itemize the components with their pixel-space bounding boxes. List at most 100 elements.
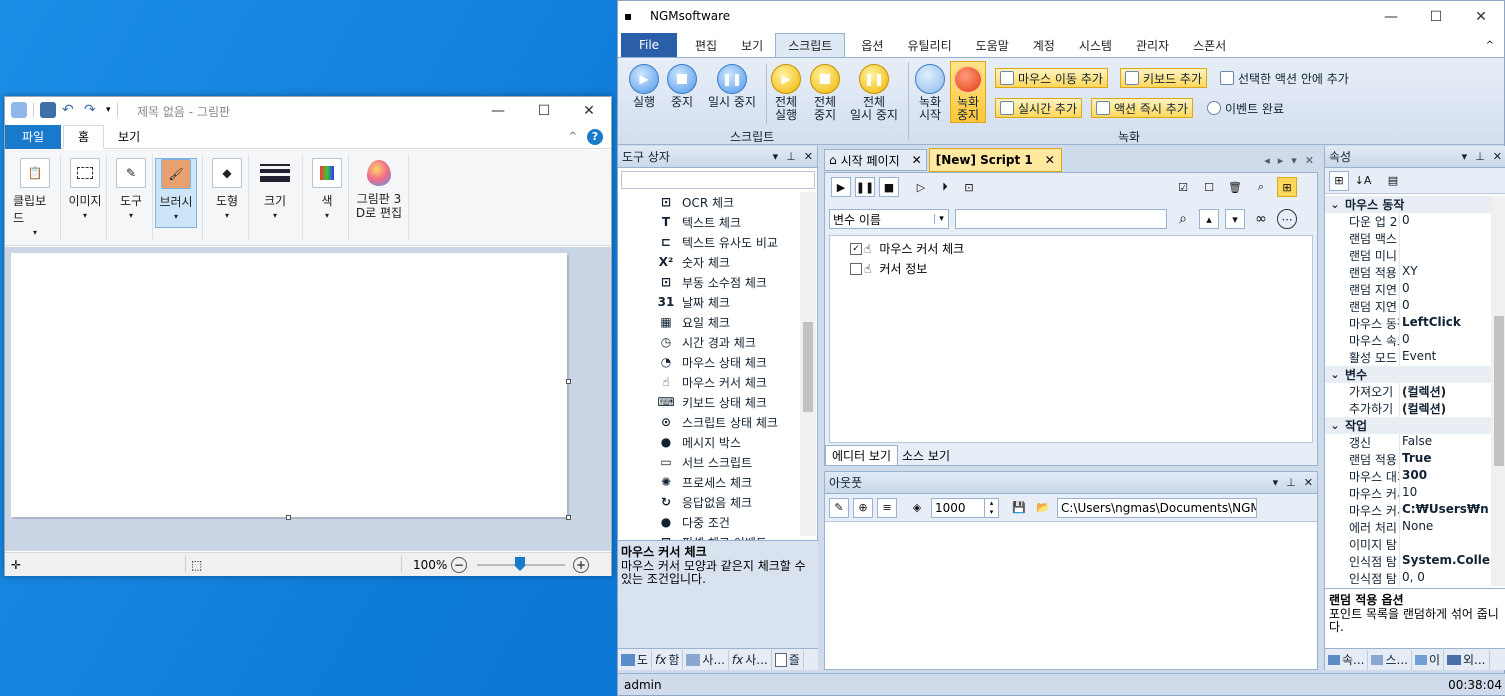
loop-icon[interactable]: ∞: [1251, 209, 1271, 229]
toolbox-item[interactable]: ⌨ 키보드 상태 체크: [657, 392, 778, 412]
scroll-left-icon[interactable]: ◂: [1264, 154, 1270, 167]
toolbox-item[interactable]: ◷ 시간 경과 체크: [658, 332, 778, 352]
property-category[interactable]: ⌄ 변수: [1325, 366, 1491, 383]
property-value[interactable]: C:₩Users₩n: [1399, 502, 1489, 519]
spin-icon[interactable]: ▴ ▾: [984, 498, 998, 517]
stop-button[interactable]: 중지: [664, 64, 700, 109]
tree-row[interactable]: ☝ 커서 정보: [850, 260, 927, 277]
property-value[interactable]: System.Colle: [1399, 553, 1490, 570]
color-button[interactable]: 색 ▾: [305, 158, 349, 220]
property-row[interactable]: 랜덤 지연 0: [1325, 281, 1491, 298]
property-row[interactable]: 마우스 커서C:₩Users₩n: [1325, 502, 1491, 519]
drawing-canvas[interactable]: [11, 253, 567, 517]
sort-alpha-icon[interactable]: ↓A: [1353, 171, 1373, 191]
play-icon[interactable]: ▶: [831, 177, 851, 197]
system-menu-icon[interactable]: ▪: [624, 9, 632, 23]
maximize-button[interactable]: ☐: [1413, 3, 1459, 31]
property-row[interactable]: 인식점 탐 0, 0: [1325, 570, 1491, 586]
expand-icon[interactable]: ⌄: [1325, 198, 1345, 211]
zoom-out-icon[interactable]: −: [451, 556, 467, 573]
property-value[interactable]: 10: [1399, 485, 1417, 502]
shapes-button[interactable]: ◆ 도형 ▾: [205, 158, 249, 220]
redo-icon[interactable]: ↷: [84, 102, 100, 118]
edit-paint3d-button[interactable]: 그림판 3 D로 편집: [351, 158, 407, 220]
toolbox-item[interactable]: ☝ 마우스 커서 체크: [658, 372, 778, 392]
move-down-icon[interactable]: ▾: [1225, 209, 1245, 229]
search-icon[interactable]: ⌕: [1251, 177, 1271, 197]
tab-properties[interactable]: 속...: [1325, 649, 1369, 670]
property-value[interactable]: XY: [1399, 264, 1418, 281]
event-complete-button[interactable]: 이벤트 완료: [1203, 98, 1288, 118]
close-icon[interactable]: ✕: [912, 153, 922, 167]
resize-handle-right[interactable]: [566, 379, 571, 384]
move-up-icon[interactable]: ▴: [1199, 209, 1219, 229]
property-row[interactable]: 랜덤 적용 XY: [1325, 264, 1491, 281]
save-icon[interactable]: [40, 102, 56, 118]
property-value[interactable]: 0: [1399, 332, 1410, 349]
dropdown-icon[interactable]: ▾: [1273, 476, 1279, 489]
zoom-slider-thumb[interactable]: [515, 557, 525, 571]
uncheck-icon[interactable]: ☐: [1199, 177, 1219, 197]
add-keyboard-button[interactable]: 키보드 추가: [1120, 68, 1208, 88]
tab-help[interactable]: 도움말: [964, 33, 1021, 57]
property-row[interactable]: 에러 처리 None: [1325, 519, 1491, 536]
tab-utility[interactable]: 유틸리티: [895, 33, 963, 57]
resize-handle-corner[interactable]: [566, 515, 571, 520]
tab-start-page[interactable]: ⌂ 시작 페이지 ✕: [824, 149, 927, 171]
toolbox-item[interactable]: ⊡ 부동 소수점 체크: [658, 272, 778, 292]
save-icon[interactable]: 💾: [1009, 498, 1029, 518]
dropdown-icon[interactable]: ▾: [1291, 154, 1297, 167]
property-row[interactable]: 가져오기 (컬렉션): [1325, 383, 1491, 400]
toolbox-item[interactable]: ● 메시지 박스: [658, 432, 778, 452]
property-row[interactable]: 랜덤 지연 0: [1325, 298, 1491, 315]
checkbox-checked[interactable]: ✓: [850, 242, 862, 255]
toolbox-item[interactable]: ▦ 요일 체크: [658, 312, 778, 332]
record-start-button[interactable]: 녹화 시작: [912, 64, 948, 122]
property-value[interactable]: None: [1399, 519, 1433, 536]
tab-user-tools[interactable]: 사...: [683, 649, 729, 670]
new-file-icon[interactable]: ⊕: [853, 497, 873, 518]
tab-toolbox[interactable]: 도: [618, 649, 653, 670]
property-value[interactable]: (컬렉션): [1399, 400, 1446, 417]
property-row[interactable]: 갱신 False: [1325, 434, 1491, 451]
toolbox-item[interactable]: ● 다중 조건: [658, 512, 778, 532]
toolbox-item[interactable]: T 텍스트 체크: [658, 212, 778, 232]
property-value[interactable]: False: [1399, 434, 1432, 451]
log-path-input[interactable]: C:\Users\ngmas\Documents\NGM6\: [1057, 497, 1257, 518]
tab-admin[interactable]: 관리자: [1124, 33, 1181, 57]
search-icon[interactable]: ⌕: [1173, 209, 1193, 229]
tree-view-icon[interactable]: ⊞: [1277, 177, 1297, 197]
toolbox-item[interactable]: ◔ 마우스 상태 체크: [658, 352, 778, 372]
add-into-selected-button[interactable]: 선택한 액션 안에 추가: [1216, 68, 1353, 88]
variable-value-input[interactable]: [955, 209, 1167, 229]
clipboard-button[interactable]: 📋 클립보드 ▾: [13, 158, 57, 237]
help-icon[interactable]: ?: [587, 128, 603, 145]
property-pages-icon[interactable]: ▤: [1383, 171, 1403, 191]
folder-icon[interactable]: 📂: [1033, 498, 1053, 518]
close-button[interactable]: ✕: [1458, 3, 1504, 31]
property-value[interactable]: 0: [1399, 298, 1410, 315]
step-play-icon[interactable]: ▷: [911, 177, 931, 197]
property-value[interactable]: 0: [1399, 281, 1410, 298]
close-icon[interactable]: ✕: [1305, 154, 1314, 167]
delete-icon[interactable]: 🗑: [1225, 177, 1245, 197]
property-value[interactable]: 0, 0: [1399, 570, 1425, 586]
add-realtime-button[interactable]: 실시간 추가: [995, 98, 1083, 118]
tab-script-1[interactable]: [New] Script 1 ✕: [928, 148, 1062, 172]
tab-sponsor[interactable]: 스폰서: [1181, 33, 1238, 57]
property-value[interactable]: LeftClick: [1399, 315, 1461, 332]
tab-account[interactable]: 계정: [1021, 33, 1067, 57]
property-value[interactable]: [1399, 230, 1402, 247]
property-value[interactable]: 300: [1399, 468, 1427, 485]
categorized-icon[interactable]: ⊞: [1329, 170, 1349, 191]
property-row[interactable]: 마우스 동작LeftClick: [1325, 315, 1491, 332]
run-button[interactable]: ▶ 실행: [626, 64, 662, 109]
brush-button[interactable]: 🖌 브러시 ▾: [155, 158, 197, 228]
play-box-icon[interactable]: ⏵: [935, 177, 955, 197]
add-mouse-move-button[interactable]: 마우스 이동 추가: [995, 68, 1108, 88]
property-row[interactable]: 활성 모드 Event: [1325, 349, 1491, 366]
property-value[interactable]: Event: [1399, 349, 1436, 366]
property-value[interactable]: 0: [1399, 213, 1410, 230]
properties-scrollbar[interactable]: [1491, 196, 1505, 586]
dropdown-icon[interactable]: ▾: [773, 150, 779, 163]
